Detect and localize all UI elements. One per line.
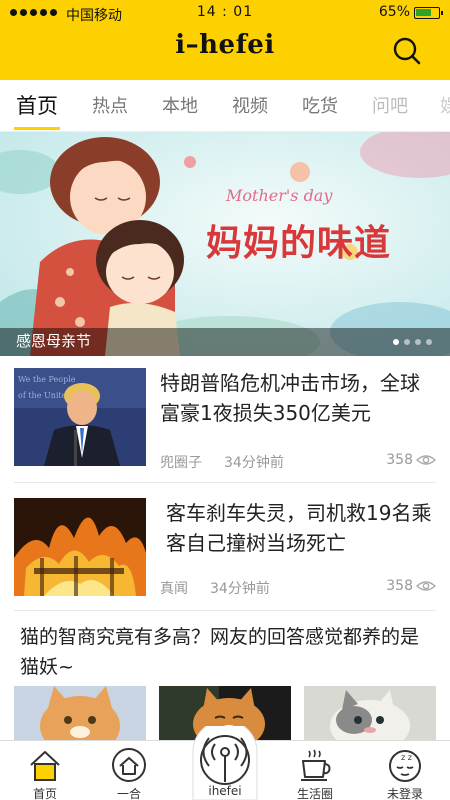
house-circle-icon — [112, 748, 146, 782]
home-icon — [30, 751, 60, 781]
battery-icon — [414, 7, 443, 19]
carousel-dot[interactable] — [415, 339, 421, 345]
eye-icon — [416, 455, 436, 465]
coffee-cup-icon — [301, 749, 331, 781]
svg-text:z z: z z — [401, 753, 412, 762]
news-title[interactable]: 特朗普陷危机冲击市场，全球富豪1夜损失350亿美元 — [160, 368, 436, 428]
active-tab-indicator — [14, 127, 60, 130]
carousel-dot[interactable] — [393, 339, 399, 345]
news-time: 34分钟前 — [224, 455, 284, 471]
divider — [14, 610, 436, 611]
banner-carousel[interactable]: Mother's day 妈妈的味道 感恩母亲节 — [0, 132, 450, 356]
news-thumbnail — [304, 686, 436, 740]
battery-percent: 65% — [378, 4, 410, 20]
nav-label: 一合 — [116, 787, 141, 800]
tab-entertainment[interactable]: 娱 — [440, 92, 450, 118]
svg-text:We the People: We the People — [18, 375, 76, 384]
news-title[interactable]: 猫的智商究竟有多高？网友的回答感觉都养的是猫妖~ — [20, 622, 436, 682]
category-tabs: 首页 热点 本地 视频 吃货 问吧 娱 — [0, 80, 450, 132]
sleeping-face-icon: z z — [389, 750, 421, 782]
svg-text:of the United: of the United — [18, 391, 72, 400]
nav-home[interactable]: 首页 — [0, 741, 90, 800]
news-meta: 兜圈子 34分钟前 — [160, 452, 284, 472]
news-source: 兜圈子 — [160, 455, 202, 471]
news-views: 358 — [386, 578, 436, 594]
view-count: 358 — [386, 452, 413, 468]
nav-ihefei[interactable]: ihefei — [191, 726, 259, 800]
nav-login[interactable]: z z 未登录 — [360, 741, 450, 800]
nav-label: 首页 — [32, 787, 57, 800]
tab-food[interactable]: 吃货 — [302, 92, 338, 118]
news-time: 34分钟前 — [210, 581, 270, 597]
nav-label: ihefei — [208, 784, 242, 798]
tab-local[interactable]: 本地 — [162, 92, 198, 118]
search-button[interactable] — [392, 36, 422, 66]
app-logo: i–hefei — [175, 30, 275, 60]
news-source: 真闻 — [160, 581, 188, 597]
carousel-dots — [393, 339, 432, 345]
nav-label: 未登录 — [386, 787, 423, 800]
news-item[interactable]: We the People of the United 特朗普陷危机冲击市场，全… — [14, 368, 436, 471]
banner-caption: 感恩母亲节 — [16, 332, 92, 350]
tab-ask[interactable]: 问吧 — [372, 92, 408, 118]
carousel-dot[interactable] — [426, 339, 432, 345]
divider — [14, 482, 436, 483]
news-thumbnail — [14, 686, 146, 740]
news-views: 358 — [386, 452, 436, 468]
banner-script-text: Mother's day — [226, 186, 333, 205]
tab-home[interactable]: 首页 — [16, 90, 58, 120]
nav-label: 生活圈 — [296, 787, 333, 800]
status-bar: 中国移动 14 : 01 65% — [0, 0, 450, 26]
nav-yihe[interactable]: 一合 — [84, 741, 174, 800]
search-icon — [393, 37, 421, 65]
nav-life-circle[interactable]: 生活圈 — [270, 741, 360, 800]
tab-hot[interactable]: 热点 — [92, 92, 128, 118]
news-item[interactable]: 客车刹车失灵，司机救19名乘客自己撞树当场死亡 真闻 34分钟前 358 — [14, 498, 436, 598]
news-title[interactable]: 客车刹车失灵，司机救19名乘客自己撞树当场死亡 — [166, 498, 436, 558]
banner-headline: 妈妈的味道 — [206, 223, 392, 264]
carousel-dot[interactable] — [404, 339, 410, 345]
news-thumbnail: We the People of the United — [14, 368, 146, 466]
news-thumbnail — [14, 498, 146, 596]
eye-icon — [416, 581, 436, 591]
tab-video[interactable]: 视频 — [232, 92, 268, 118]
news-meta: 真闻 34分钟前 — [160, 578, 270, 598]
app-header: 中国移动 14 : 01 65% i–hefei — [0, 0, 450, 80]
view-count: 358 — [386, 578, 413, 594]
